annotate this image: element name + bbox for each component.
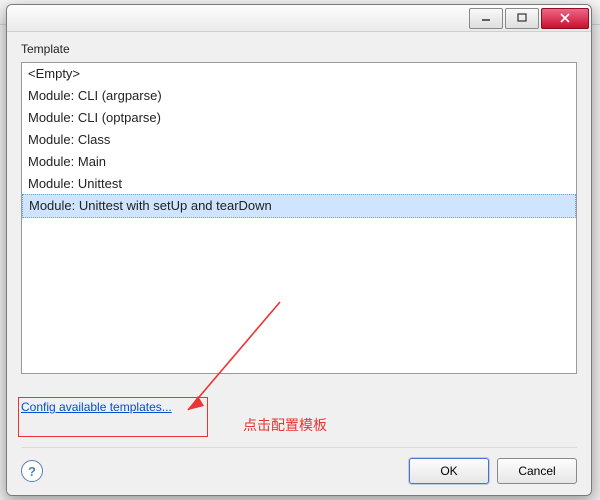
list-item[interactable]: Module: CLI (argparse): [22, 85, 576, 107]
close-button[interactable]: [541, 8, 589, 29]
minimize-button[interactable]: [469, 8, 503, 29]
config-templates-link[interactable]: Config available templates...: [21, 400, 172, 414]
dialog-titlebar: [7, 5, 591, 32]
dialog-body: Template <Empty>Module: CLI (argparse)Mo…: [7, 32, 591, 496]
section-label: Template: [21, 42, 577, 56]
list-item[interactable]: Module: CLI (optparse): [22, 107, 576, 129]
list-item[interactable]: <Empty>: [22, 63, 576, 85]
list-item[interactable]: Module: Unittest: [22, 173, 576, 195]
list-item[interactable]: Module: Unittest with setUp and tearDown: [22, 194, 576, 218]
ok-button[interactable]: OK: [409, 458, 489, 484]
link-row: Config available templates...: [21, 400, 577, 414]
list-item[interactable]: Module: Class: [22, 129, 576, 151]
list-item[interactable]: Module: Main: [22, 151, 576, 173]
template-dialog: Template <Empty>Module: CLI (argparse)Mo…: [6, 4, 592, 496]
maximize-button[interactable]: [505, 8, 539, 29]
help-button[interactable]: ?: [21, 460, 43, 482]
cancel-button[interactable]: Cancel: [497, 458, 577, 484]
template-listbox[interactable]: <Empty>Module: CLI (argparse)Module: CLI…: [21, 62, 577, 374]
button-row: ? OK Cancel: [21, 447, 577, 484]
